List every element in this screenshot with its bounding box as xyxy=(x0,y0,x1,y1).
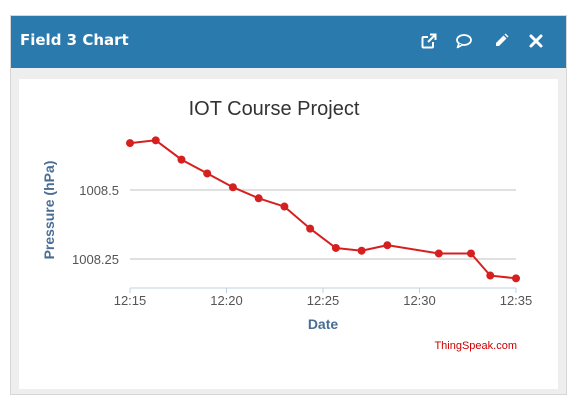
data-point[interactable] xyxy=(151,136,160,145)
data-point[interactable] xyxy=(306,224,315,233)
line-chart: IOT Course Project 1008.5 1008.25 Date P… xyxy=(41,98,533,352)
data-point[interactable] xyxy=(466,249,475,258)
data-point[interactable] xyxy=(254,194,263,203)
data-point[interactable] xyxy=(383,241,392,250)
credits-link[interactable]: ThingSpeak.com xyxy=(434,340,517,352)
y-axis-title: Pressure (hPa) xyxy=(41,161,57,260)
chart-widget: Field 3 Chart IOT Course Project 1008.5 … xyxy=(10,15,567,395)
data-point[interactable] xyxy=(228,183,237,192)
data-point[interactable] xyxy=(331,243,340,252)
widget-header: Field 3 Chart xyxy=(11,16,566,68)
data-point[interactable] xyxy=(486,271,495,280)
chart-panel: IOT Course Project 1008.5 1008.25 Date P… xyxy=(19,79,558,389)
data-point[interactable] xyxy=(280,202,289,211)
x-tick-label: 12:25 xyxy=(307,293,340,308)
data-point[interactable] xyxy=(512,274,520,283)
data-point[interactable] xyxy=(126,139,134,148)
data-point[interactable] xyxy=(177,155,186,164)
pencil-icon[interactable] xyxy=(492,32,510,50)
x-tick-label: 12:30 xyxy=(403,293,436,308)
comment-icon[interactable] xyxy=(455,32,473,50)
y-tick-label: 1008.5 xyxy=(79,183,119,198)
x-tick-label: 12:15 xyxy=(114,293,147,308)
y-tick-label: 1008.25 xyxy=(72,252,119,267)
widget-title: Field 3 Chart xyxy=(20,31,129,49)
data-point[interactable] xyxy=(434,249,443,258)
close-icon[interactable] xyxy=(527,32,545,50)
x-tick-label: 12:20 xyxy=(210,293,243,308)
data-point[interactable] xyxy=(203,169,212,178)
series-line xyxy=(129,139,517,280)
x-axis-title: Date xyxy=(308,316,339,332)
external-link-icon[interactable] xyxy=(420,32,438,50)
chart-title: IOT Course Project xyxy=(189,98,360,120)
x-tick-label: 12:35 xyxy=(500,293,533,308)
data-point[interactable] xyxy=(357,246,366,255)
